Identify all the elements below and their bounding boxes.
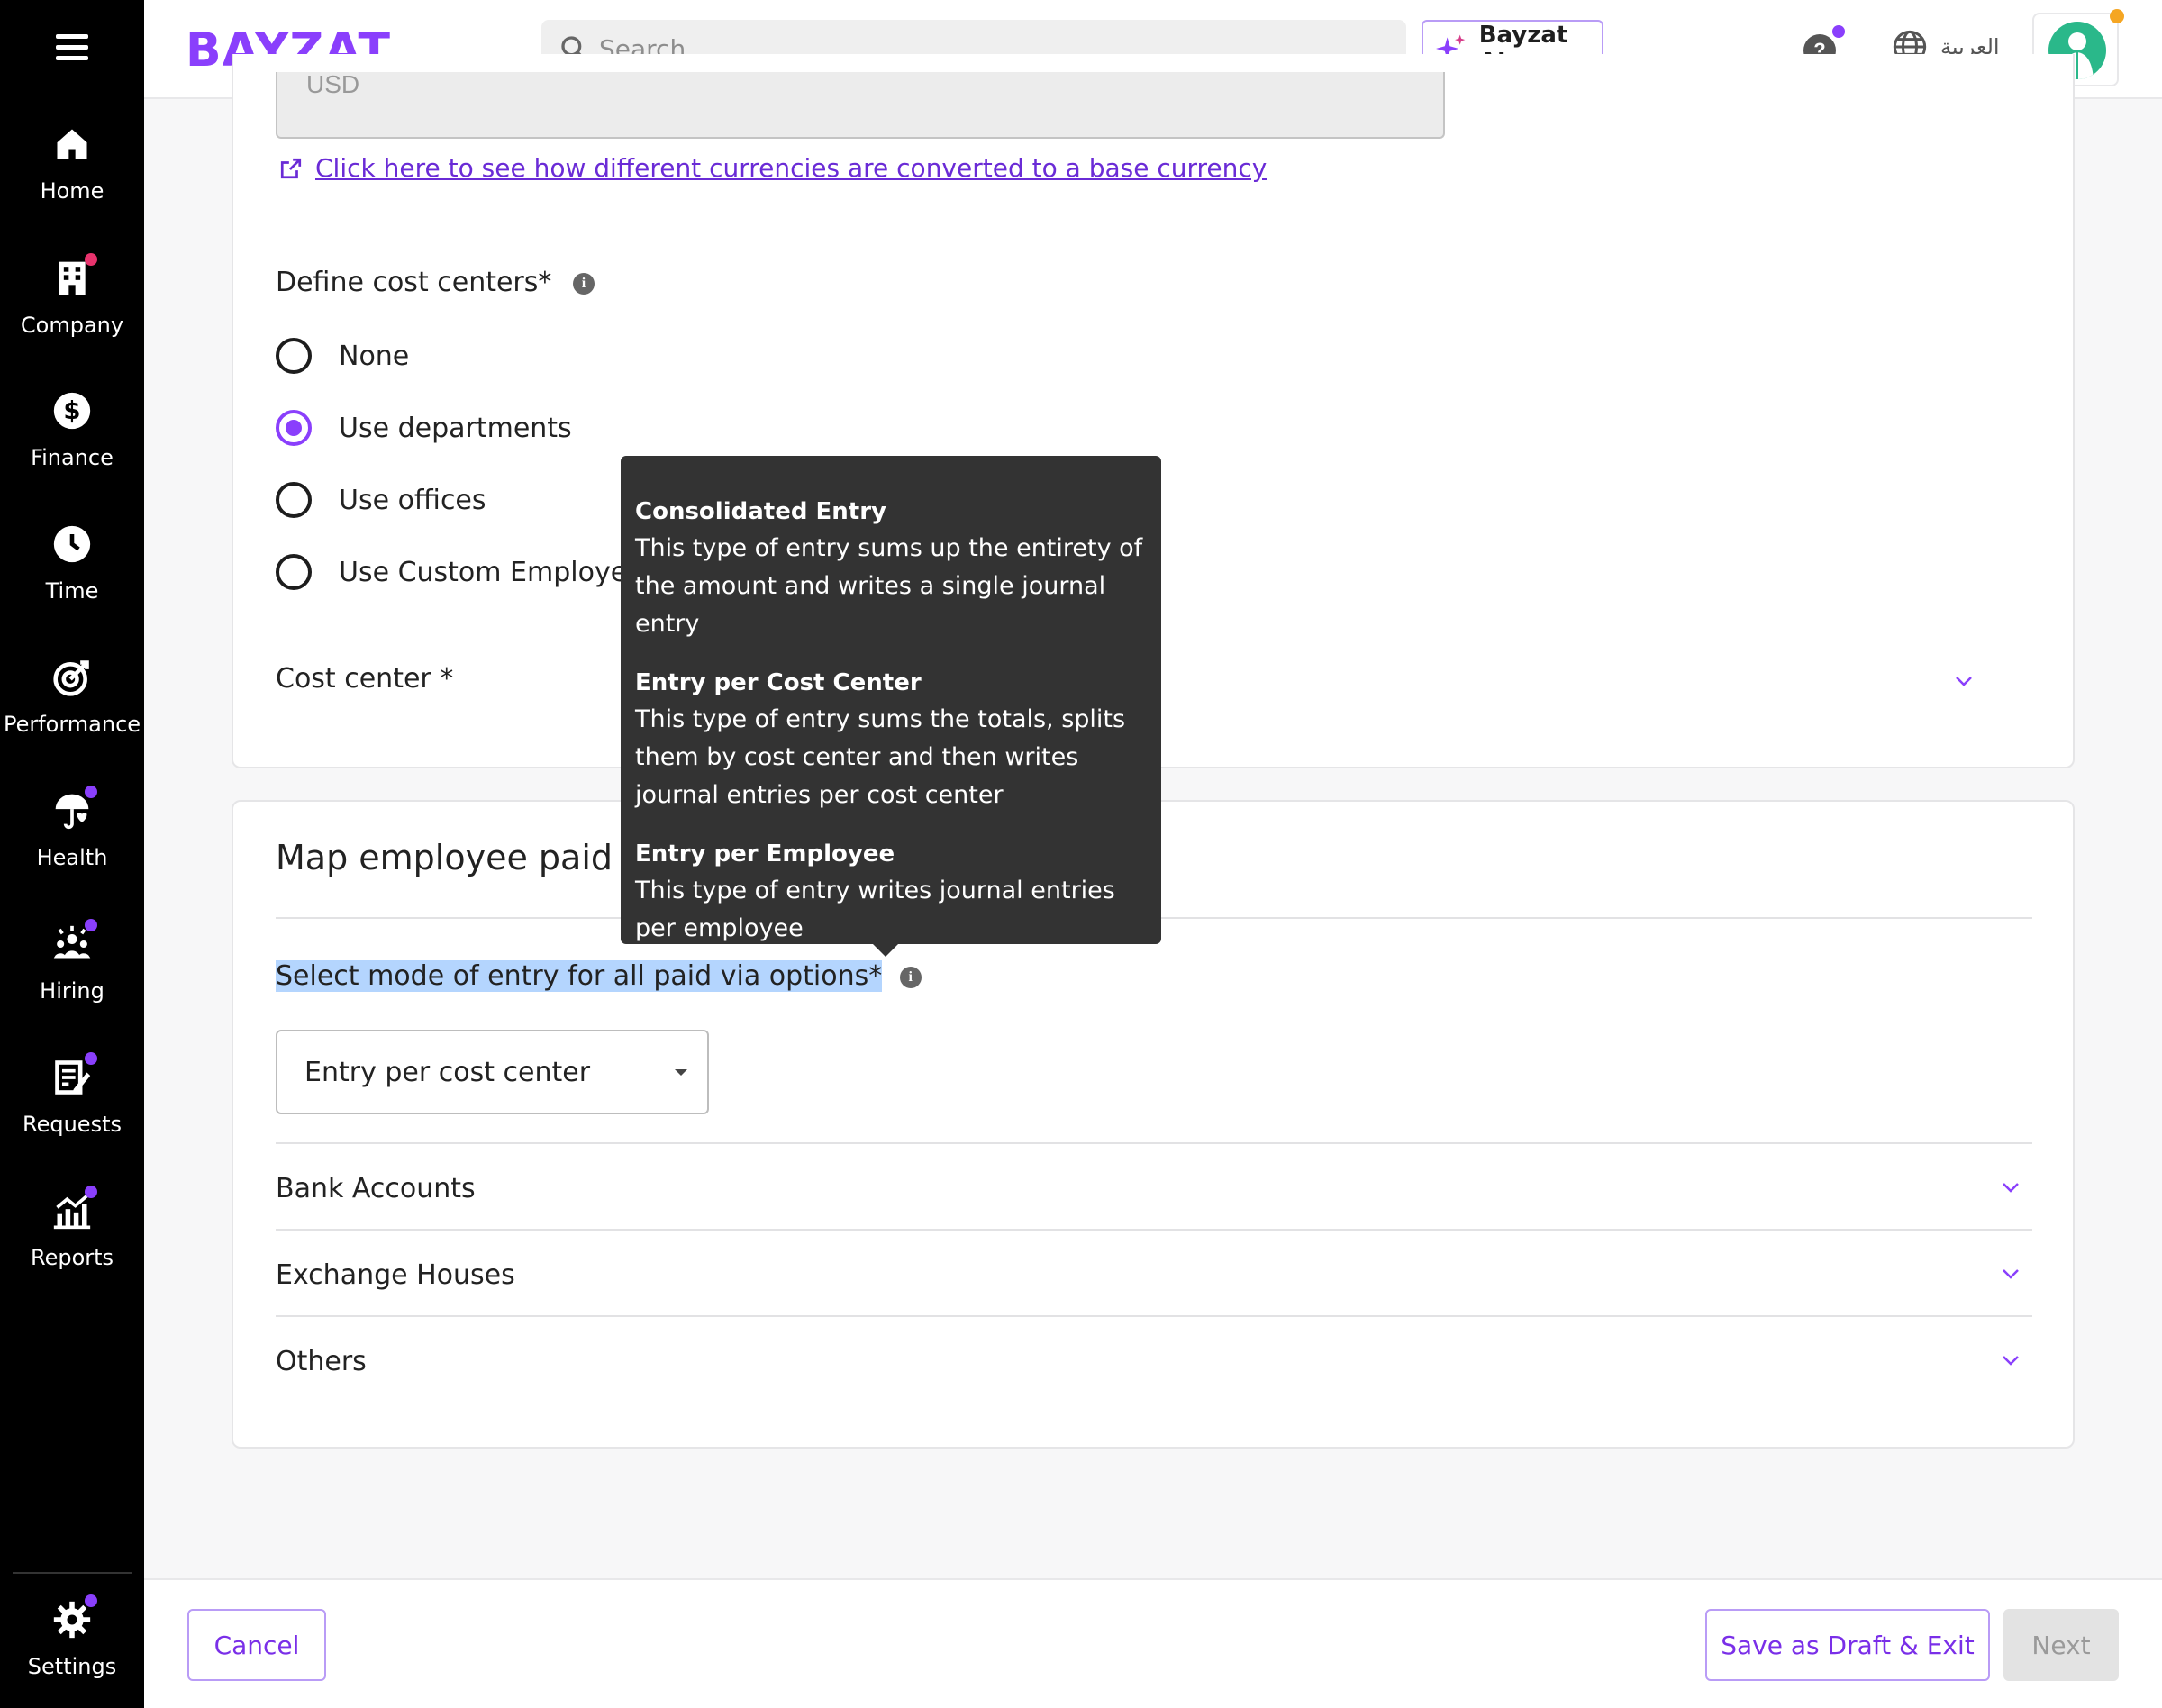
chevron-down-icon [2003, 1356, 2019, 1366]
people-icon [52, 919, 97, 964]
sidebar-item-time[interactable]: Time [0, 524, 144, 604]
sidebar-item-finance[interactable]: $ Finance [0, 391, 144, 470]
tooltip-entry-title: Consolidated Entry [635, 498, 886, 525]
cost-centers-label: Define cost centers* i [276, 267, 595, 298]
radio-label: Use offices [339, 484, 486, 516]
radio-label: Use departments [339, 412, 572, 444]
base-currency-value: USD [306, 70, 360, 98]
sidebar-item-reports[interactable]: Reports [0, 1186, 144, 1270]
radio-label: None [339, 340, 410, 372]
notification-dot [85, 253, 97, 266]
cancel-button[interactable]: Cancel [187, 1609, 326, 1681]
sidebar-item-label: Company [20, 313, 124, 338]
accordion-bank-accounts[interactable]: Bank Accounts [276, 1144, 2032, 1231]
sidebar-item-company[interactable]: Company [0, 253, 144, 338]
notification-dot [1832, 25, 1845, 38]
sidebar-item-requests[interactable]: Requests [0, 1052, 144, 1137]
sidebar-item-label: Reports [30, 1245, 114, 1270]
notification-dot [2110, 9, 2124, 23]
mode-of-entry-value: Entry per cost center [304, 1057, 591, 1088]
sidebar-item-performance[interactable]: Performance [0, 658, 144, 737]
sidebar-item-label: Hiring [40, 978, 104, 1004]
sidebar-item-settings[interactable]: Settings [0, 1594, 144, 1679]
tooltip-entry-body: This type of entry sums the totals, spli… [635, 705, 1126, 809]
radio-button[interactable] [276, 482, 312, 518]
sidebar-divider [13, 1572, 132, 1574]
clipboard-icon [52, 1052, 97, 1097]
gear-icon [52, 1594, 97, 1640]
notification-dot [85, 1594, 97, 1607]
dollar-icon: $ [52, 391, 92, 431]
tooltip-entry-title: Entry per Employee [635, 840, 895, 868]
tooltip-entry-body: This type of entry writes journal entrie… [635, 877, 1115, 942]
cost-centers-label-text: Define cost centers* [276, 267, 552, 298]
chevron-down-icon [2003, 1269, 2019, 1279]
radio-button[interactable] [276, 338, 312, 374]
radio-button[interactable] [276, 554, 312, 590]
map-section-title: Map employee paid via [276, 838, 675, 877]
sidebar-item-label: Performance [3, 712, 141, 737]
base-currency-field: USD [276, 70, 1445, 139]
radio-button-checked[interactable] [276, 410, 312, 446]
radio-none[interactable]: None [276, 338, 409, 374]
currency-conversion-link[interactable]: Click here to see how different currenci… [279, 153, 1267, 183]
notification-dot [85, 1186, 97, 1198]
next-button[interactable]: Next [2003, 1609, 2119, 1681]
save-draft-exit-button[interactable]: Save as Draft & Exit [1705, 1609, 1990, 1681]
sidebar-item-label: Health [36, 845, 108, 870]
sidebar-item-home[interactable]: Home [0, 124, 144, 204]
info-icon[interactable]: i [899, 966, 922, 988]
conversion-link-text: Click here to see how different currenci… [315, 153, 1267, 183]
sidebar: Home Company $ Finance Time Performance … [0, 0, 144, 1708]
sidebar-item-health[interactable]: Health [0, 786, 144, 870]
accordion-label: Exchange Houses [276, 1259, 515, 1291]
mode-of-entry-label: Select mode of entry for all paid via op… [276, 960, 922, 992]
notification-dot [85, 786, 97, 798]
sidebar-item-label: Settings [27, 1654, 117, 1679]
mode-of-entry-label-text: Select mode of entry for all paid via op… [276, 960, 883, 992]
sidebar-item-label: Home [40, 178, 104, 204]
svg-text:$: $ [63, 396, 80, 425]
tooltip-entry-body: This type of entry sums up the entirety … [635, 534, 1143, 638]
sidebar-item-label: Requests [23, 1112, 122, 1137]
footer-bar: Cancel Save as Draft & Exit Next [144, 1578, 2162, 1708]
mode-of-entry-select[interactable]: Entry per cost center [276, 1030, 709, 1114]
radio-use-departments[interactable]: Use departments [276, 410, 572, 446]
tooltip-entry-title: Entry per Cost Center [635, 669, 922, 696]
target-icon [52, 658, 92, 697]
building-icon [52, 253, 97, 298]
accordion-label: Bank Accounts [276, 1173, 476, 1204]
accordion-label: Others [276, 1346, 367, 1377]
info-icon[interactable]: i [572, 272, 595, 295]
radio-use-offices[interactable]: Use offices [276, 482, 486, 518]
notification-dot [85, 1052, 97, 1065]
external-link-icon [280, 158, 302, 178]
mode-of-entry-tooltip: Consolidated Entry This type of entry su… [621, 456, 1161, 957]
accordion-exchange-houses[interactable]: Exchange Houses [276, 1231, 2032, 1317]
sidebar-item-label: Finance [31, 445, 114, 470]
chevron-down-icon[interactable] [1953, 670, 1975, 692]
notification-dot [85, 919, 97, 931]
menu-icon[interactable] [56, 34, 88, 63]
dropdown-caret-icon [675, 1069, 687, 1076]
home-icon [52, 124, 92, 164]
chart-icon [52, 1186, 97, 1231]
sidebar-item-label: Time [45, 578, 99, 604]
accordion-others[interactable]: Others [276, 1317, 2032, 1404]
sidebar-item-hiring[interactable]: Hiring [0, 919, 144, 1004]
chevron-down-icon [2003, 1183, 2019, 1193]
clock-icon [52, 524, 92, 564]
cost-center-field-label: Cost center * [276, 663, 454, 695]
umbrella-heart-icon [52, 786, 97, 831]
